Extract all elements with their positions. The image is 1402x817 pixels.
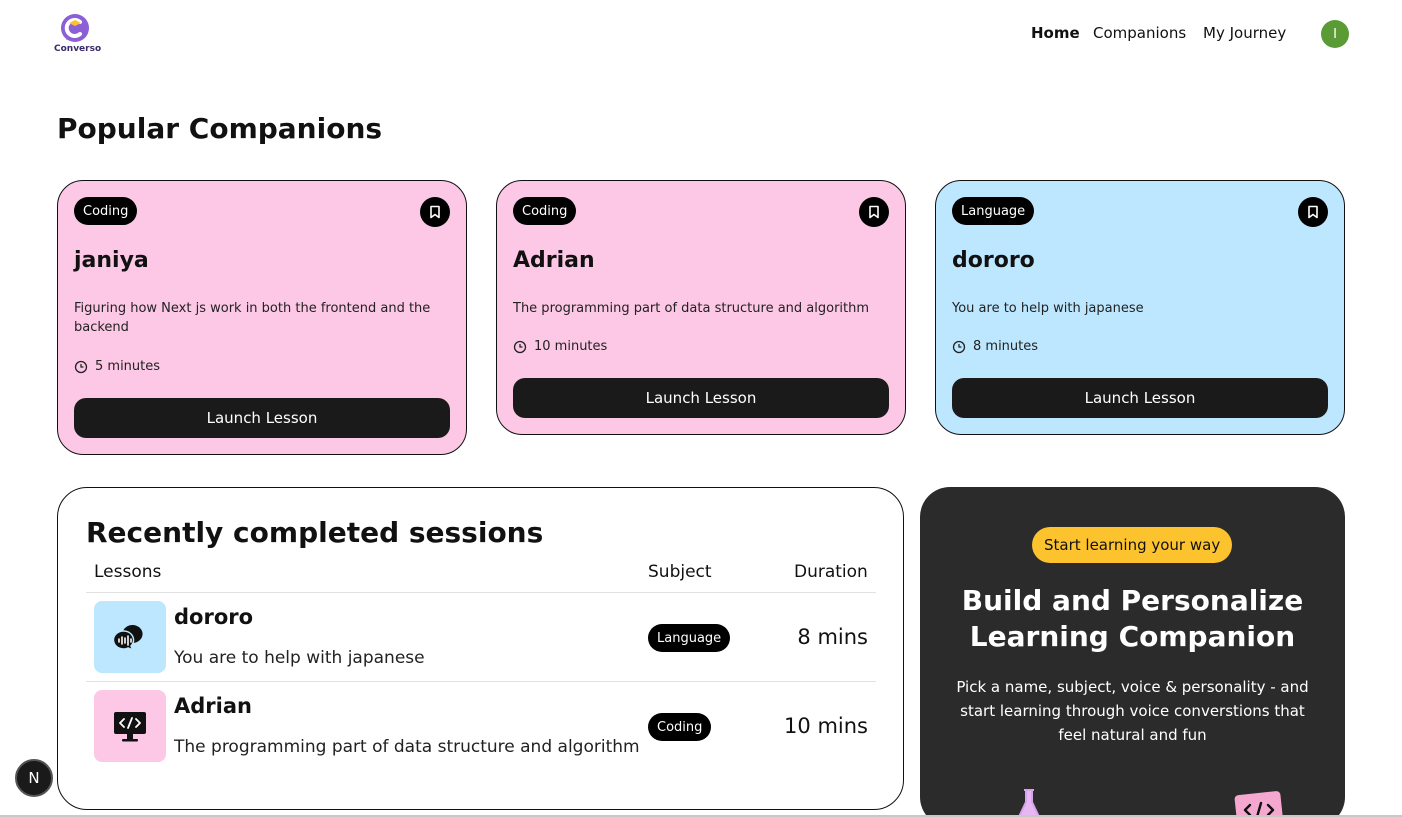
table-row[interactable]: dororo You are to help with japanese Lan… — [86, 592, 876, 681]
bookmark-icon — [1308, 205, 1318, 219]
companion-topic: You are to help with japanese — [952, 301, 1144, 316]
build-companion-cta: Start learning your way Build and Person… — [920, 487, 1345, 817]
launch-lesson-button[interactable]: Launch Lesson — [952, 378, 1328, 418]
companion-name: dororo — [952, 248, 1035, 273]
bookmark-button[interactable] — [1298, 197, 1328, 227]
subject-badge: Language — [952, 197, 1035, 225]
cta-title: Build and Personalize Learning Companion — [920, 583, 1345, 655]
flask-icon — [1017, 789, 1041, 817]
popular-companions-title: Popular Companions — [57, 112, 383, 145]
bookmark-button[interactable] — [859, 197, 889, 227]
header-subject: Subject — [648, 562, 712, 582]
nav-link-home[interactable]: Home — [1031, 24, 1080, 42]
lesson-thumbnail — [94, 690, 166, 762]
companion-name: janiya — [74, 248, 149, 273]
companion-topic: The programming part of data structure a… — [513, 301, 870, 316]
table-row[interactable]: Adrian The programming part of data stru… — [86, 681, 876, 770]
duration-text: 10 minutes — [534, 339, 608, 354]
subject-badge: Coding — [74, 197, 138, 225]
companion-card-dororo: Language dororo You are to help with jap… — [935, 180, 1345, 435]
companion-duration: 10 minutes — [513, 339, 607, 354]
launch-lesson-button[interactable]: Launch Lesson — [74, 398, 450, 438]
nav-link-my-journey[interactable]: My Journey — [1203, 24, 1286, 42]
companion-card-janiya: Coding janiya Figuring how Next js work … — [57, 180, 467, 455]
clock-icon — [513, 340, 527, 353]
cta-title-line-2: Learning Companion — [969, 620, 1296, 653]
duration-text: 5 minutes — [95, 359, 161, 374]
lesson-topic: The programming part of data structure a… — [174, 737, 640, 757]
launch-lesson-button[interactable]: Launch Lesson — [513, 378, 889, 418]
bookmark-button[interactable] — [420, 197, 450, 227]
logo-text: Converso — [54, 44, 102, 54]
bookmark-icon — [869, 205, 879, 219]
logo[interactable]: Converso — [54, 12, 102, 56]
subject-badge: Coding — [648, 713, 712, 741]
cta-title-line-1: Build and Personalize — [961, 584, 1304, 617]
companion-name: Adrian — [513, 248, 595, 273]
header-lessons: Lessons — [94, 562, 162, 582]
subject-badge: Coding — [513, 197, 577, 225]
lesson-duration: 8 mins — [797, 625, 868, 649]
cta-body: Pick a name, subject, voice & personalit… — [956, 678, 1309, 744]
nav-link-companions[interactable]: Companions — [1093, 24, 1186, 42]
bookmark-icon — [430, 205, 440, 219]
nextjs-dev-badge[interactable]: N — [15, 759, 53, 797]
subject-badge: Language — [648, 624, 731, 652]
lesson-name: dororo — [174, 605, 254, 629]
code-icon — [1234, 791, 1284, 817]
converso-logo-icon — [61, 14, 89, 42]
companion-duration: 5 minutes — [74, 359, 160, 374]
clock-icon — [74, 360, 88, 373]
companion-card-adrian: Coding Adrian The programming part of da… — [496, 180, 906, 435]
clock-icon — [952, 340, 966, 353]
companion-topic: Figuring how Next js work in both the fr… — [74, 301, 431, 335]
lesson-name: Adrian — [174, 694, 252, 718]
recent-sessions-title: Recently completed sessions — [86, 516, 544, 549]
navbar: Converso Home Companions My Journey I — [0, 0, 1402, 68]
companion-duration: 8 minutes — [952, 339, 1038, 354]
header-duration: Duration — [794, 562, 868, 582]
user-avatar[interactable]: I — [1321, 20, 1349, 48]
recent-sessions-panel: Recently completed sessions Lessons Subj… — [57, 487, 904, 810]
duration-text: 8 minutes — [973, 339, 1039, 354]
lesson-duration: 10 mins — [784, 714, 868, 738]
lesson-thumbnail — [94, 601, 166, 673]
language-icon — [112, 624, 143, 652]
coding-icon — [114, 712, 146, 742]
lesson-topic: You are to help with japanese — [174, 648, 425, 668]
cta-pill: Start learning your way — [1032, 527, 1233, 563]
